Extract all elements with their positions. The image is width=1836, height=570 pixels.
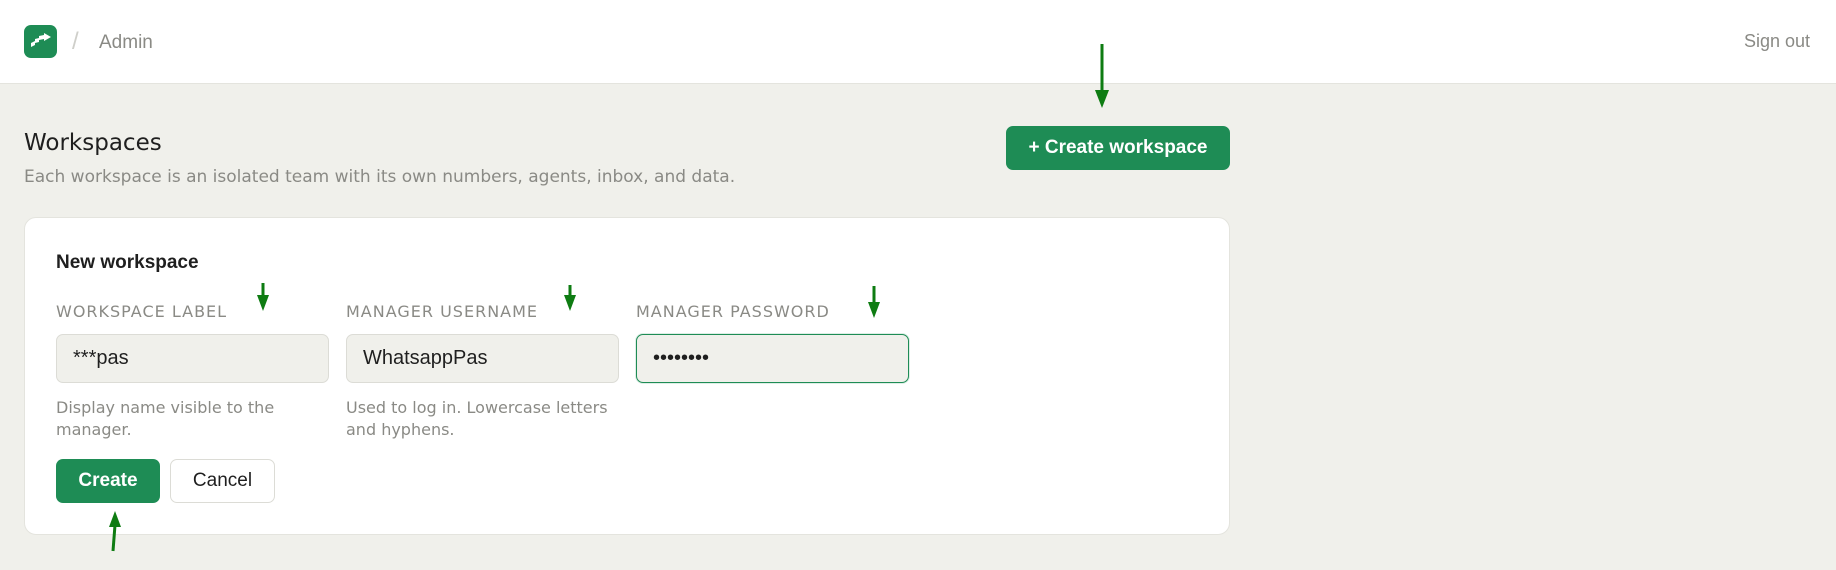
manager-username-field: MANAGER USERNAME Used to log in. Lowerca… — [346, 302, 619, 441]
field-help-text: Used to log in. Lowercase letters and hy… — [346, 398, 608, 439]
app-logo-icon[interactable] — [24, 25, 57, 58]
workspace-label-input[interactable] — [56, 334, 329, 383]
cancel-button[interactable]: Cancel — [170, 459, 275, 503]
breadcrumb-separator: / — [72, 28, 79, 55]
green-annotation-arrow-icon — [257, 283, 269, 311]
manager-username-input[interactable] — [346, 334, 619, 383]
workspace-label-field: WORKSPACE LABEL Display name visible to … — [56, 302, 329, 441]
new-workspace-card: New workspace WORKSPACE LABEL Display na… — [24, 217, 1230, 535]
green-annotation-arrow-icon — [868, 286, 880, 318]
field-label: WORKSPACE LABEL — [56, 302, 228, 321]
manager-password-input[interactable] — [636, 334, 909, 383]
create-workspace-button[interactable]: + Create workspace — [1006, 126, 1230, 170]
sign-out-link[interactable]: Sign out — [1744, 31, 1810, 52]
top-header: / Admin Sign out — [0, 0, 1836, 84]
page-title: Workspaces — [24, 130, 162, 156]
breadcrumb-admin[interactable]: Admin — [99, 32, 153, 54]
create-button[interactable]: Create — [56, 459, 160, 503]
green-annotation-arrow-icon — [1095, 44, 1109, 108]
page-subtitle: Each workspace is an isolated team with … — [24, 167, 736, 187]
form-title: New workspace — [56, 252, 199, 273]
green-annotation-arrow-icon — [564, 285, 576, 311]
field-help-text: Display name visible to the manager. — [56, 398, 275, 439]
green-annotation-arrow-icon — [109, 511, 121, 552]
